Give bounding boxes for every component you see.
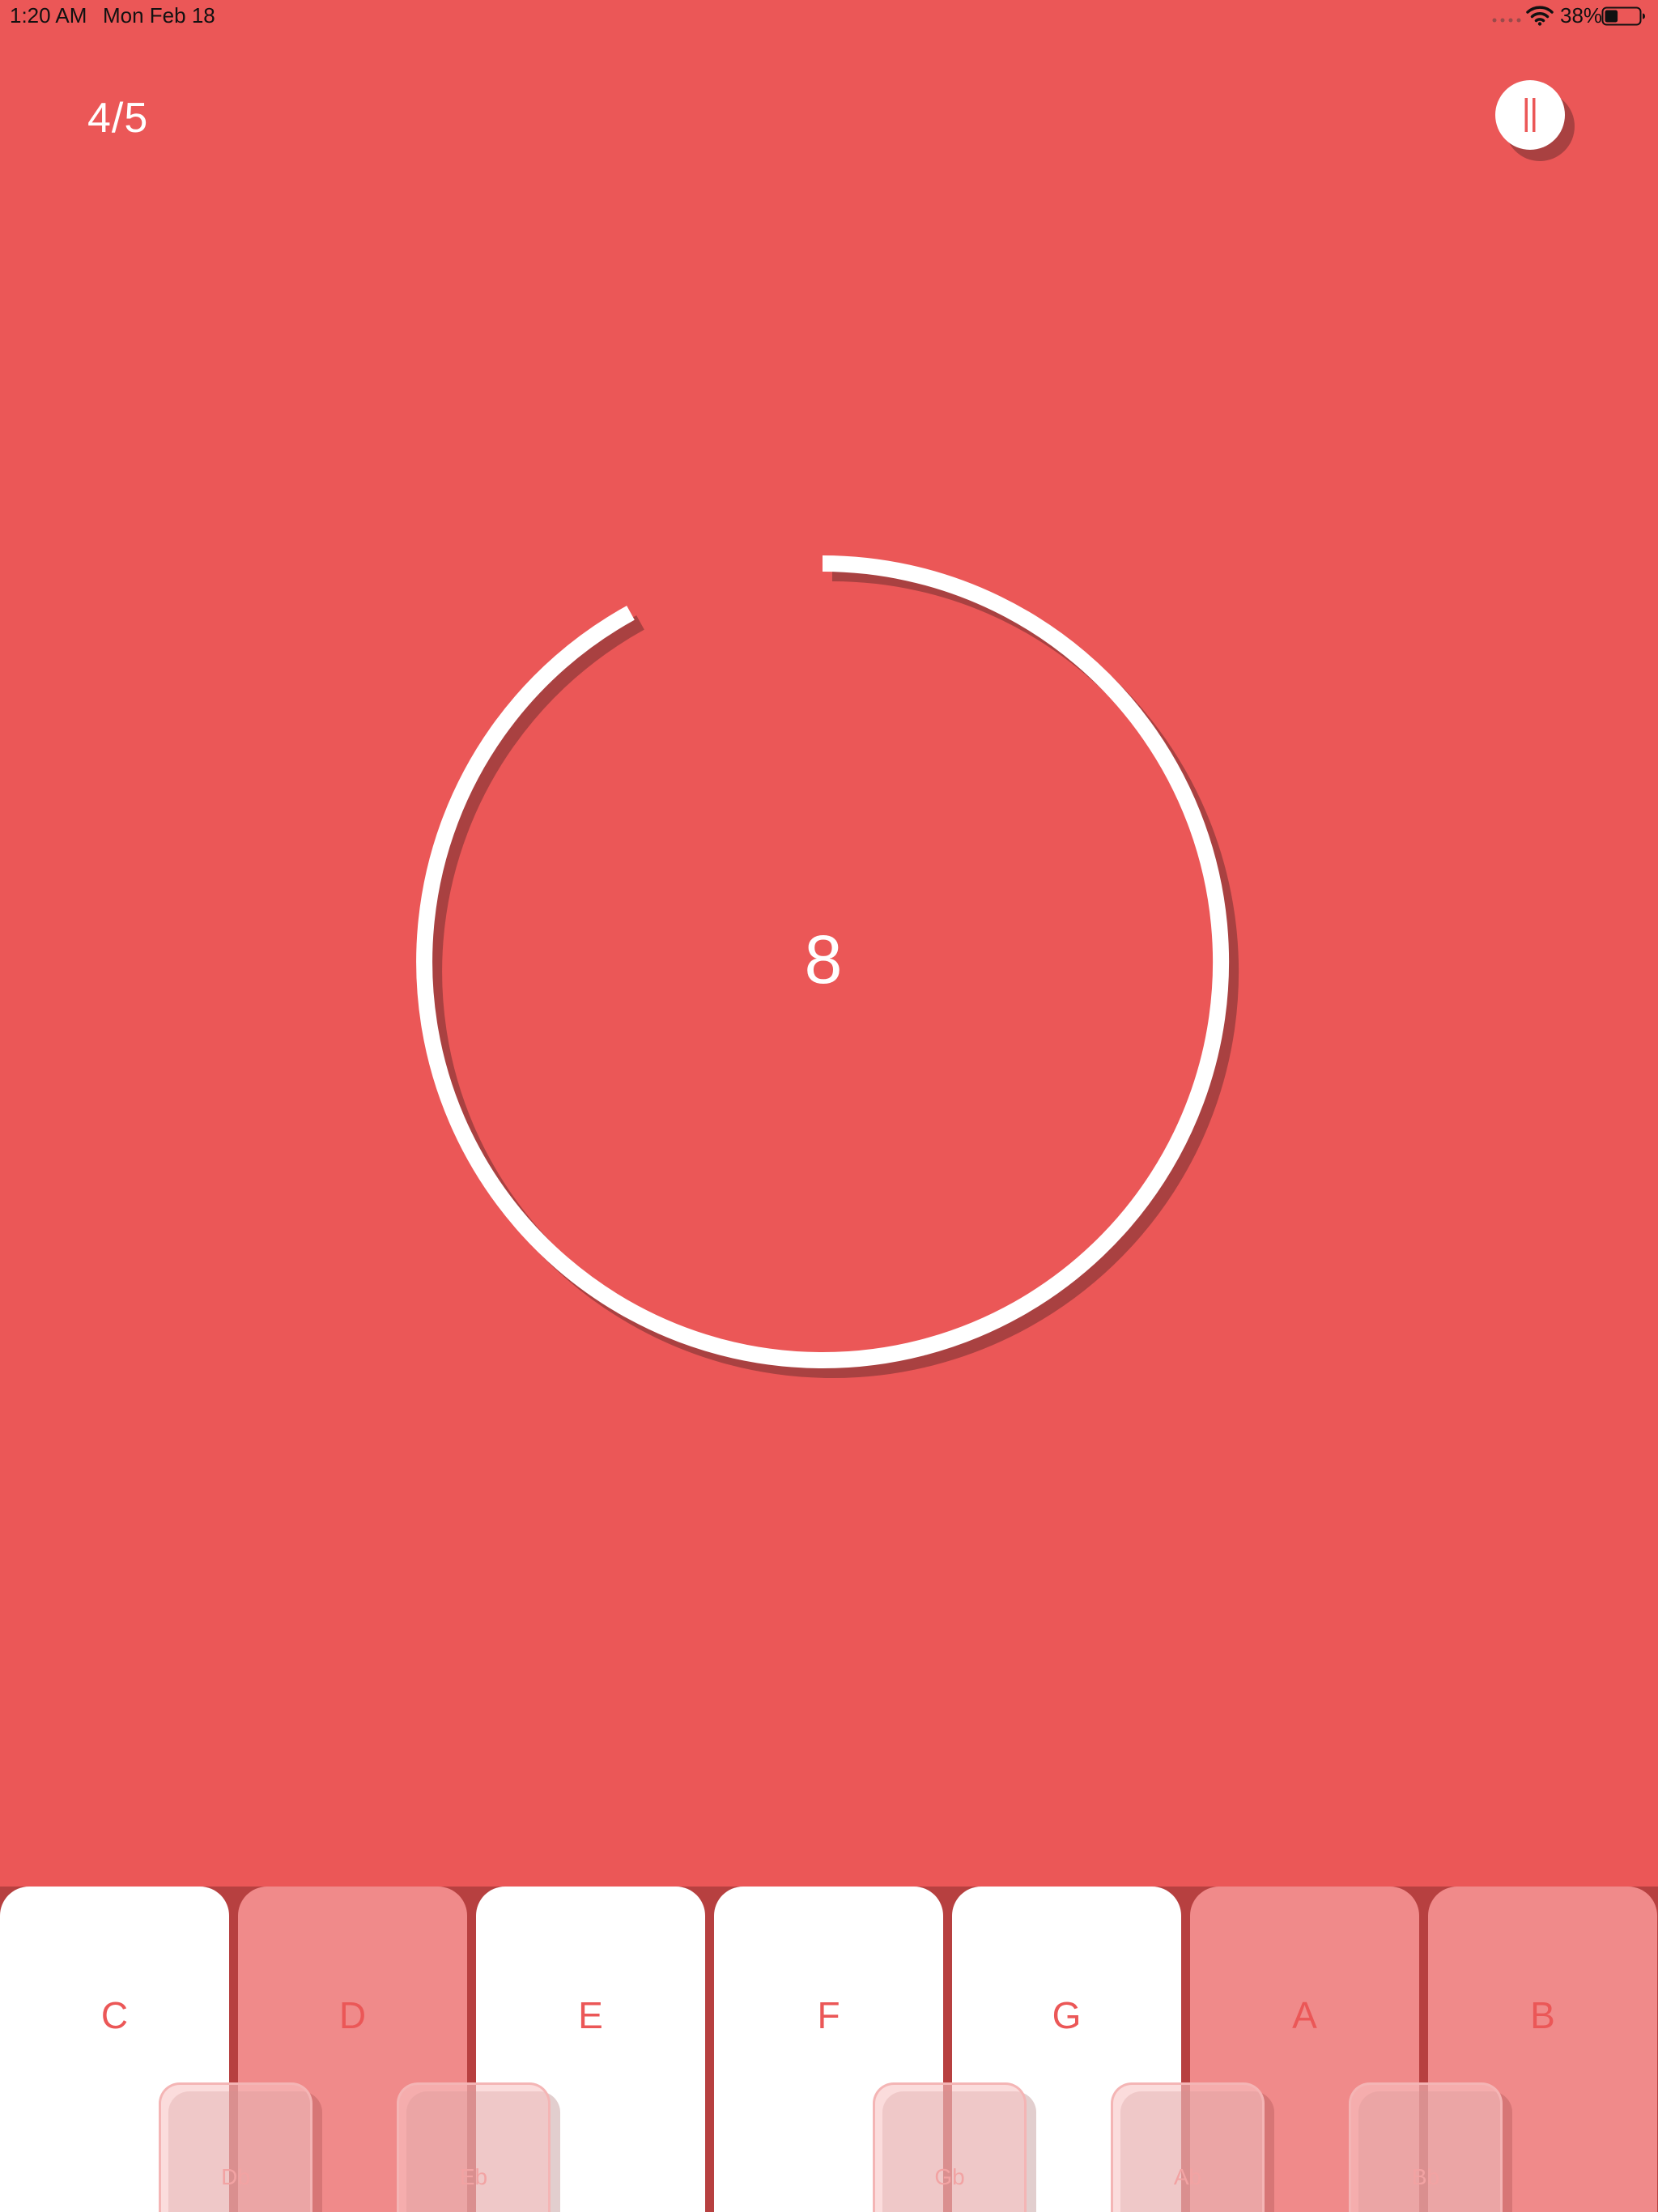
piano-key-label: A [1292,1994,1317,2036]
piano-key-label: F [817,1994,840,2036]
piano-key-label: B [1530,1994,1555,2036]
piano-key-label: C [100,1994,129,2036]
piano-key-db[interactable]: Db [159,2082,312,2212]
piano-key-label: Db [221,2164,250,2189]
piano-key-label: E [578,1994,603,2036]
piano-key-label: D [338,1994,367,2036]
piano-key-gb[interactable]: Gb [873,2082,1027,2212]
piano-key-ab[interactable]: Ab [1111,2082,1265,2212]
timer-ring [416,555,1239,1378]
piano-key-eb[interactable]: Eb [397,2082,551,2212]
piano-key-label: Ab [1173,2164,1202,2189]
game-screen: 1:20 AM Mon Feb 18 38% 4/5 8 C D E F G A… [0,0,1658,2212]
timer-count: 8 [804,921,843,998]
piano-key-label: Bb [1411,2164,1440,2189]
piano-key-label: Eb [459,2164,488,2189]
piano-key-label: Gb [934,2164,965,2189]
piano-key-bb[interactable]: Bb [1349,2082,1503,2212]
piano-key-label: G [1052,1994,1082,2036]
